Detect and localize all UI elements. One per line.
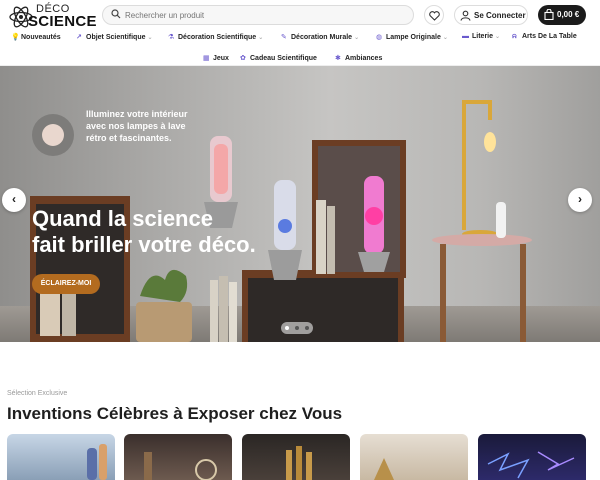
hero-banner: Illuminez votre intérieur avec nos lampe…	[0, 66, 600, 342]
nav-label: Cadeau Scientifique	[250, 55, 317, 62]
product-card[interactable]	[360, 434, 468, 480]
chevron-down-icon: ⌄	[495, 34, 501, 40]
chevron-down-icon: ⌄	[258, 35, 264, 41]
hero-title-line1: Quand la science	[32, 206, 213, 231]
nav-item-nouveautes[interactable]: 💡Nouveautés	[11, 33, 61, 45]
login-button[interactable]: Se Connecter	[454, 5, 528, 25]
nav-item-decoration-scientifique[interactable]: ⚗ Décoration Scientifique ⌄	[168, 33, 263, 45]
product-image	[374, 458, 394, 480]
nav-label: Objet Scientifique	[86, 34, 146, 41]
nav-label: Literie	[472, 33, 494, 40]
product-image	[487, 451, 575, 479]
section-title: Inventions Célèbres à Exposer chez Vous	[7, 404, 343, 423]
carousel-dot[interactable]	[295, 326, 299, 330]
chevron-left-icon: ‹	[12, 192, 16, 206]
lava-lamp-icon: ◍	[376, 34, 383, 41]
nav-item-lampe-originale[interactable]: ◍ Lampe Originale ⌄	[376, 33, 448, 45]
nav-label: Arts De La Table	[522, 33, 577, 40]
flask-icon: ⚗	[168, 34, 175, 41]
nav-item-jeux[interactable]: ▦ Jeux	[203, 54, 229, 66]
login-label: Se Connecter	[474, 11, 526, 20]
nav-item-objet-scientifique[interactable]: ↗ Objet Scientifique ⌄	[76, 33, 153, 45]
gift-icon: ✿	[240, 55, 246, 62]
chevron-right-icon: ›	[578, 192, 582, 206]
site-header: DÉCO SCIENCE Se Connecter 0,00 €	[0, 0, 600, 30]
product-image	[286, 446, 312, 480]
bed-icon: ▬	[462, 33, 469, 40]
carousel-dots	[281, 322, 313, 334]
chevron-down-icon: ⌄	[354, 35, 360, 41]
nav-item-cadeau-scientifique[interactable]: ✿ Cadeau Scientifique	[240, 54, 317, 66]
hero-badge	[32, 114, 74, 156]
heart-icon	[429, 11, 440, 21]
telescope-icon: ↗	[76, 34, 82, 41]
cart-button[interactable]: 0,00 €	[538, 5, 586, 25]
section-kicker: Sélection Exclusive	[7, 390, 68, 397]
cart-total: 0,00 €	[557, 10, 580, 19]
product-card[interactable]	[242, 434, 350, 480]
chevron-down-icon: ⌄	[147, 35, 153, 41]
site-logo[interactable]: DÉCO SCIENCE	[8, 3, 96, 30]
search-bar[interactable]	[102, 5, 414, 25]
product-card[interactable]	[124, 434, 232, 480]
main-nav: 💡Nouveautés ↗ Objet Scientifique ⌄ ⚗ Décora…	[0, 30, 600, 66]
carousel-dot[interactable]	[285, 326, 289, 330]
product-card[interactable]	[7, 434, 115, 480]
wishlist-button[interactable]	[424, 5, 444, 25]
carousel-prev-button[interactable]: ‹	[2, 188, 26, 212]
lamp-icon: 💡	[11, 34, 20, 41]
shopping-bag-icon	[544, 9, 554, 20]
nav-item-ambiances[interactable]: ✱ Ambiances	[335, 54, 382, 66]
hero-subtitle: Illuminez votre intérieur avec nos lampe…	[86, 109, 188, 143]
wall-art-icon: ✎	[281, 34, 287, 41]
carousel-dot[interactable]	[305, 326, 309, 330]
hero-title: Quand la science fait briller votre déco…	[32, 206, 312, 258]
nav-label: Décoration Scientifique	[178, 34, 257, 41]
logo-text-bottom: SCIENCE	[28, 13, 97, 30]
nav-label: Nouveautés	[21, 34, 61, 41]
hero-title-line2: fait briller votre déco.	[32, 232, 256, 257]
sparkle-icon: ✱	[335, 55, 341, 62]
search-input[interactable]	[125, 8, 405, 23]
nav-item-arts-de-la-table[interactable]: ⍾ Arts De La Table	[512, 33, 577, 45]
carousel-next-button[interactable]: ›	[568, 188, 592, 212]
search-icon	[111, 9, 121, 19]
tableware-icon: ⍾	[512, 33, 517, 40]
lamp-badge-icon	[42, 124, 64, 146]
game-icon: ▦	[203, 55, 210, 62]
nav-label: Décoration Murale	[291, 34, 353, 41]
product-card[interactable]	[478, 434, 586, 480]
user-icon	[460, 10, 471, 21]
product-image	[87, 444, 107, 480]
nav-label: Ambiances	[345, 55, 383, 62]
nav-item-literie[interactable]: ▬ Literie ⌄	[462, 33, 500, 45]
hero-cta-button[interactable]: ÉCLAIREZ-MOI	[32, 274, 100, 294]
nav-label: Jeux	[213, 55, 229, 62]
nav-item-decoration-murale[interactable]: ✎ Décoration Murale ⌄	[281, 33, 359, 45]
nav-label: Lampe Originale	[386, 34, 441, 41]
product-image	[144, 452, 217, 480]
chevron-down-icon: ⌄	[442, 35, 448, 41]
